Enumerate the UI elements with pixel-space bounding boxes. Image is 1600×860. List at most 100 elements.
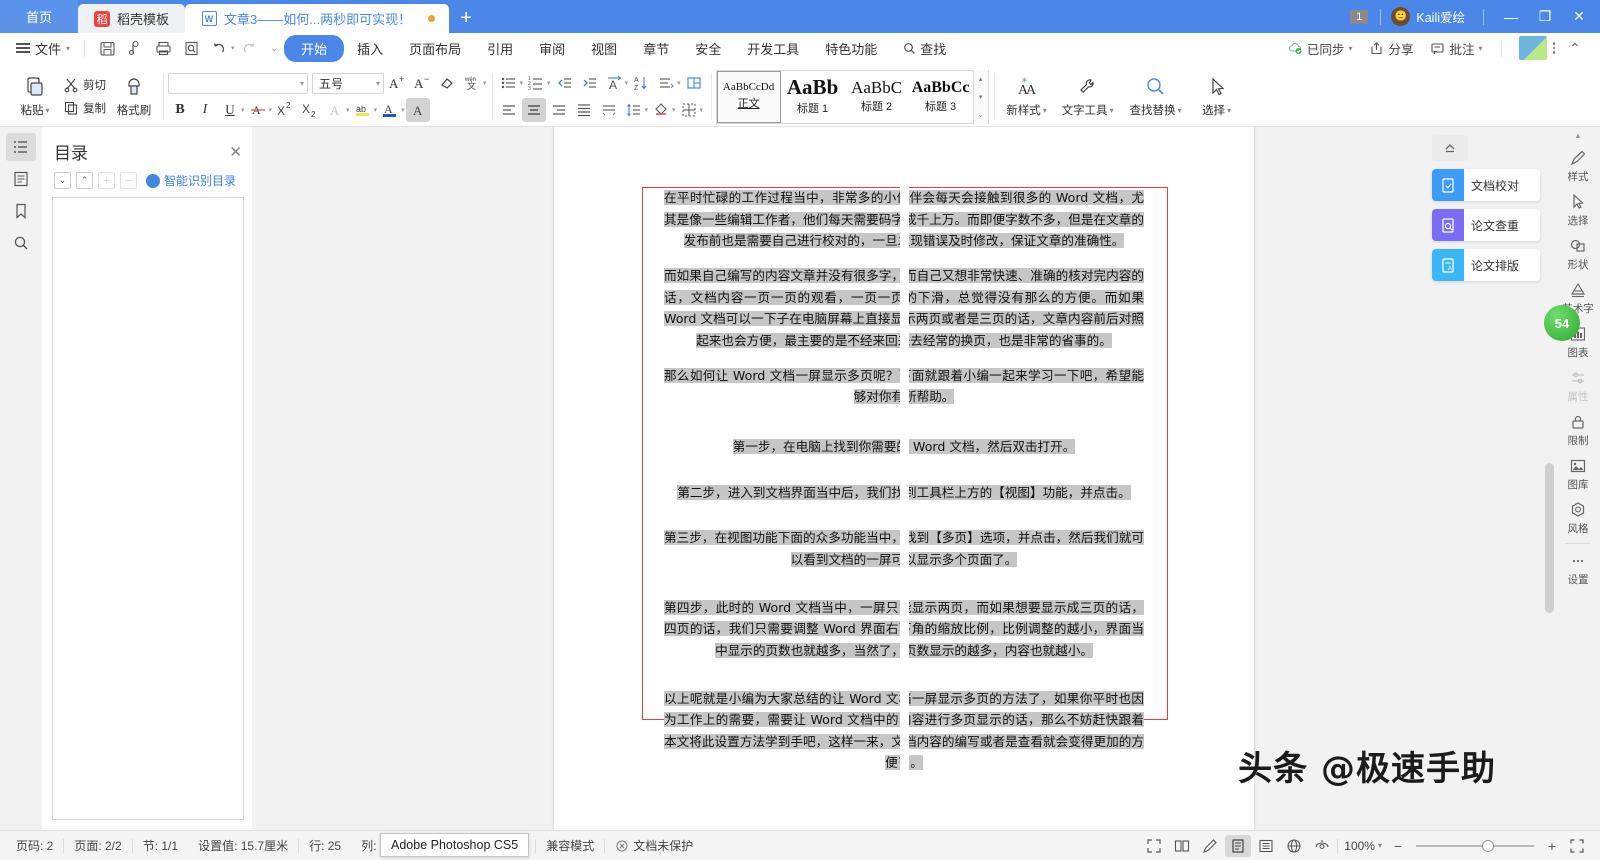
zoom-slider[interactable] xyxy=(1416,839,1534,853)
underline-button[interactable]: U xyxy=(218,98,242,122)
zoom-slider-knob[interactable] xyxy=(1482,839,1494,852)
eye-protect-button[interactable] xyxy=(1309,835,1335,857)
paragraph[interactable]: 第二步，进入到文档界面当中后，我们找到工具栏上方的【视图】功能，并点击。 xyxy=(664,482,1144,504)
align-left-button[interactable] xyxy=(497,98,521,122)
style-gallery-scroll[interactable]: ▴ ▾ ⌄ xyxy=(972,69,988,124)
pinyin-guide-button[interactable]: wén 文 xyxy=(460,71,484,95)
cloud-sync-button[interactable]: 已同步 ▾ xyxy=(1281,36,1360,61)
toc-collapse-down-button[interactable]: ⌄ xyxy=(54,172,71,189)
search-rail-button[interactable] xyxy=(6,229,36,257)
two-page-view-button[interactable] xyxy=(1169,835,1195,857)
close-button[interactable]: ✕ xyxy=(1562,0,1596,33)
format-painter-button[interactable]: 格式刷 xyxy=(110,69,158,125)
fit-page-button[interactable] xyxy=(1564,835,1590,857)
customize-quick-access-icon[interactable]: ⌄ xyxy=(271,43,279,54)
new-style-button[interactable]: A A ✳ 新样式 ▾ xyxy=(999,69,1055,125)
tab-security[interactable]: 安全 xyxy=(682,35,734,62)
tab-insert[interactable]: 插入 xyxy=(344,35,396,62)
increase-font-size-button[interactable]: A + xyxy=(385,71,409,95)
text-tool-button[interactable]: 文字工具 ▾ xyxy=(1055,69,1121,125)
save-icon[interactable] xyxy=(93,35,121,61)
print-preview-icon[interactable] xyxy=(121,35,149,61)
zoom-in-button[interactable]: + xyxy=(1542,838,1562,854)
page-layout-view-button[interactable] xyxy=(1225,834,1252,857)
zoom-level[interactable]: 100% ▾ xyxy=(1344,839,1382,853)
status-setting-value[interactable]: 设置值: 15.7厘米 xyxy=(188,837,298,854)
paragraph[interactable]: 第一步，在电脑上找到你需要的 Word 文档，然后双击打开。 xyxy=(664,436,1144,458)
paragraph[interactable]: 那么如何让 Word 文档一屏显示多页呢？下面就跟着小编一起来学习一下吧，希望能… xyxy=(664,365,1144,408)
chevron-down-icon[interactable]: ▾ xyxy=(677,79,681,87)
right-tool-properties[interactable]: 属性 xyxy=(1558,364,1598,408)
share-button[interactable]: 分享 xyxy=(1362,36,1420,61)
gallery-scroll-up[interactable]: ▴ xyxy=(974,70,988,88)
paragraph[interactable]: 在平时忙碌的工作过程当中，非常多的小伙伴会每天会接触到很多的 Word 文档，尤… xyxy=(664,187,1144,252)
text-direction-button[interactable]: A xyxy=(602,71,626,95)
undo-icon[interactable] xyxy=(205,35,233,61)
new-tab-button[interactable]: + xyxy=(449,4,483,33)
tab-document[interactable]: W 文章3——如何...两秒即可实现！ xyxy=(185,4,450,33)
file-menu-button[interactable]: 文件 ▾ xyxy=(10,39,76,58)
status-doc-unprotected[interactable]: 文档未保护 xyxy=(605,837,703,854)
superscript-button[interactable]: X2 xyxy=(273,98,297,122)
find-doc-icon[interactable] xyxy=(177,35,205,61)
numbered-list-button[interactable]: 123 xyxy=(524,71,548,95)
document-content[interactable]: 在平时忙碌的工作过程当中，非常多的小伙伴会每天会接触到很多的 Word 文档，尤… xyxy=(554,127,1254,775)
fullscreen-button[interactable] xyxy=(1141,835,1167,857)
status-compat-mode[interactable]: 兼容模式 xyxy=(536,837,604,854)
subscript-button[interactable]: X2 xyxy=(298,98,322,122)
line-spacing-button[interactable] xyxy=(622,98,646,122)
tab-docer-template[interactable]: 稻 稻壳模板 xyxy=(78,4,186,33)
chevron-down-icon[interactable]: ▾ xyxy=(374,106,378,114)
style-item-normal[interactable]: AaBbCcDd 正文 xyxy=(716,70,781,123)
gallery-expand[interactable]: ⌄ xyxy=(974,106,988,124)
paragraph[interactable]: 第三步，在视图功能下面的众多功能当中，找到【多页】选项，并点击，然后我们就可以看… xyxy=(664,527,1144,570)
sort-button[interactable]: AZ xyxy=(629,71,653,95)
right-tool-style[interactable]: 样式 xyxy=(1558,144,1598,188)
character-shading-button[interactable]: A xyxy=(405,98,430,122)
distribute-button[interactable] xyxy=(597,98,621,122)
right-tool-gallery[interactable]: 图库 xyxy=(1558,452,1598,496)
align-center-button[interactable] xyxy=(521,98,546,122)
zoom-out-button[interactable]: − xyxy=(1388,838,1408,854)
minimize-button[interactable]: — xyxy=(1494,0,1528,33)
tab-references[interactable]: 引用 xyxy=(474,35,526,62)
outline-view-button[interactable] xyxy=(1253,835,1279,857)
copy-button[interactable]: 复制 xyxy=(59,98,110,118)
document-page[interactable]: 在平时忙碌的工作过程当中，非常多的小伙伴会每天会接触到很多的 Word 文档，尤… xyxy=(554,127,1254,830)
right-tool-theme[interactable]: 风格 xyxy=(1558,496,1598,540)
decrease-font-size-button[interactable]: A − xyxy=(410,71,434,95)
shading-button[interactable] xyxy=(649,98,673,122)
style-item-heading1[interactable]: AaBb 标题 1 xyxy=(781,71,845,123)
scrollbar-thumb[interactable] xyxy=(1545,463,1554,613)
chevron-down-icon[interactable]: ▾ xyxy=(483,79,487,87)
right-tool-settings[interactable]: 设置 xyxy=(1558,547,1598,591)
toc-minus-button[interactable]: － xyxy=(120,172,137,189)
print-icon[interactable] xyxy=(149,35,177,61)
chevron-down-icon[interactable]: ▾ xyxy=(672,106,676,114)
select-button[interactable]: 选择 ▾ xyxy=(1191,69,1243,125)
chevron-down-icon[interactable]: ▾ xyxy=(269,106,273,114)
right-tool-restrict[interactable]: 限制 xyxy=(1558,408,1598,452)
chevron-down-icon[interactable]: ▾ xyxy=(700,106,704,114)
web-layout-view-button[interactable] xyxy=(1281,835,1307,857)
redo-icon[interactable] xyxy=(235,35,263,61)
style-item-heading2[interactable]: AaBbC 标题 2 xyxy=(845,71,909,123)
more-options-icon[interactable] xyxy=(1552,42,1555,54)
bullet-list-button[interactable] xyxy=(497,71,521,95)
status-section[interactable]: 节: 1/1 xyxy=(133,837,188,854)
chevron-down-icon[interactable]: ▾ xyxy=(625,79,629,87)
wps-logo[interactable] xyxy=(1518,36,1547,60)
status-page-number[interactable]: 页码: 2 xyxy=(6,837,63,854)
clear-format-button[interactable] xyxy=(435,71,459,95)
thesis-plagiarism-button[interactable]: 论文查重 xyxy=(1432,209,1540,241)
tab-view[interactable]: 视图 xyxy=(578,35,630,62)
paragraph-layout-button[interactable] xyxy=(682,71,706,95)
strikethrough-button[interactable]: A xyxy=(246,98,270,122)
tab-home[interactable]: 首页 xyxy=(0,0,79,33)
toc-rail-button[interactable] xyxy=(6,133,36,161)
maximize-button[interactable]: ❐ xyxy=(1528,0,1562,33)
close-icon[interactable]: ✕ xyxy=(229,143,242,161)
highlight-color-button[interactable]: ab xyxy=(351,98,375,122)
tab-featured[interactable]: 特色功能 xyxy=(812,35,890,62)
notification-badge[interactable]: 1 xyxy=(1350,9,1369,24)
